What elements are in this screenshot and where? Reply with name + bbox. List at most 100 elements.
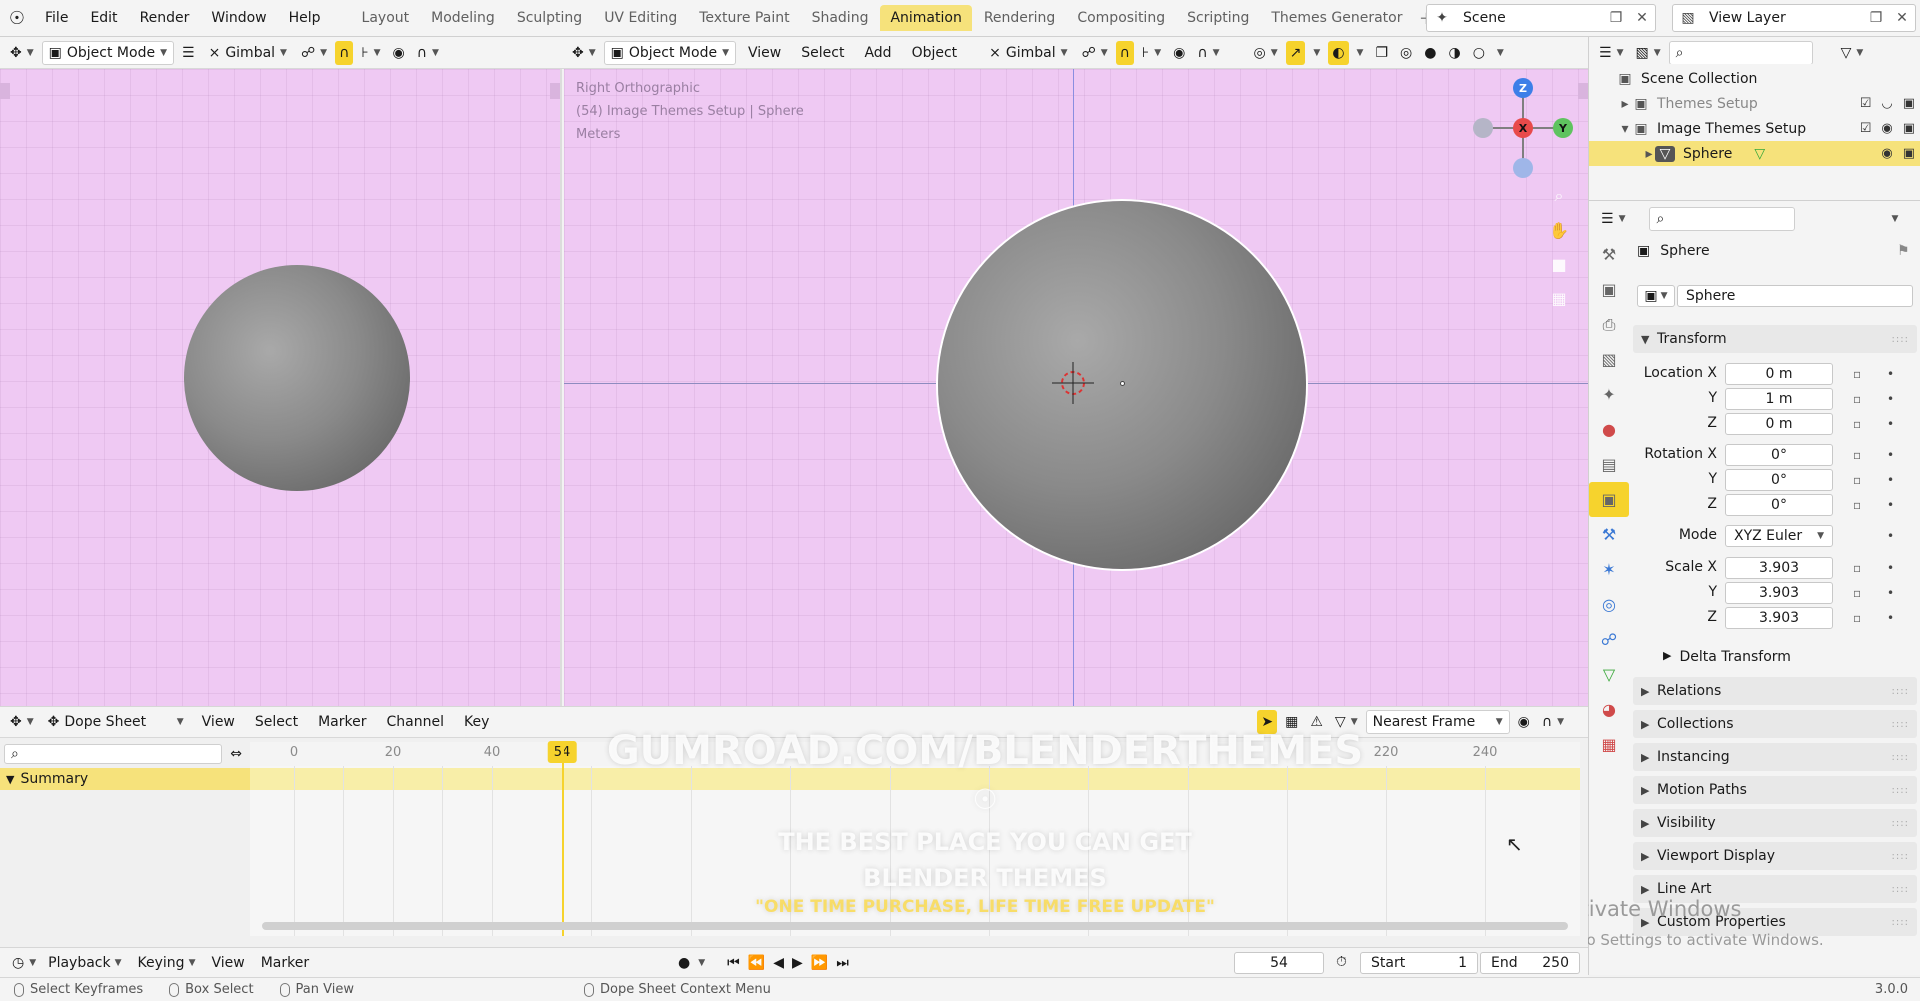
expand-arrow-icon[interactable]: ▸	[1619, 96, 1631, 112]
tab-layout[interactable]: Layout	[352, 5, 420, 31]
3d-cursor-icon[interactable]	[1048, 358, 1098, 408]
properties-search-input[interactable]: ⌕	[1649, 207, 1796, 231]
keyframe-dot-icon[interactable]: •	[1887, 561, 1894, 575]
render-tab-icon[interactable]: ▣	[1589, 272, 1629, 307]
dope-menu-key[interactable]: Key	[456, 710, 497, 734]
channel-search-input[interactable]: ⌕	[4, 744, 223, 764]
scale-y-field[interactable]: 3.903	[1725, 582, 1833, 604]
scene-selector[interactable]: ✦ Scene ❐ ✕	[1426, 4, 1656, 32]
delta-transform-subpanel[interactable]: ▶ Delta Transform	[1663, 649, 1791, 665]
zoom-icon[interactable]: ⌕	[1546, 183, 1572, 209]
keyframe-dot-icon[interactable]: •	[1887, 392, 1894, 406]
object-tab-icon[interactable]: ▣	[1589, 482, 1629, 517]
checkbox-icon[interactable]: ☑	[1860, 121, 1872, 136]
viewport-display-panel-header[interactable]: ▶ Viewport Display::::	[1633, 842, 1917, 870]
snap-magnet-icon[interactable]: ∩	[335, 40, 354, 65]
modifier-tab-icon[interactable]: ⚒	[1589, 517, 1629, 552]
gizmo-neg-y-icon[interactable]	[1473, 118, 1493, 138]
constraints-tab-icon[interactable]: ☍	[1589, 622, 1629, 657]
playback-menu[interactable]: Playback ▼	[40, 951, 129, 975]
keyframe-dot-icon[interactable]: •	[1887, 367, 1894, 381]
particles-tab-icon[interactable]: ✶	[1589, 552, 1629, 587]
xray-icon[interactable]: ❐	[1371, 41, 1392, 65]
gizmo-toggle-icon[interactable]: ↗	[1285, 40, 1306, 65]
visibility-panel-header[interactable]: ▶ Visibility::::	[1633, 809, 1917, 837]
expand-arrow-icon[interactable]: ▸	[1643, 146, 1655, 162]
left-sphere[interactable]	[184, 265, 410, 491]
collections-panel-header[interactable]: ▶ Collections::::	[1633, 710, 1917, 738]
dope-menu-select[interactable]: Select	[247, 710, 306, 734]
eye-icon[interactable]: ◉	[1881, 121, 1892, 136]
falloff-icon[interactable]: ∩ ▼	[413, 41, 443, 65]
menu-select[interactable]: Select	[793, 41, 852, 65]
timeline-view-menu[interactable]: View	[203, 951, 252, 975]
outliner-themes-setup[interactable]: ▸ ▣ Themes Setup ☑ ◡ ▣	[1589, 91, 1920, 116]
copy-view-layer-icon[interactable]: ❐	[1863, 10, 1889, 26]
menu-add[interactable]: Add	[856, 41, 899, 65]
eye-icon[interactable]: ◉	[1881, 146, 1892, 161]
outliner-image-themes-setup[interactable]: ▾ ▣ Image Themes Setup ☑ ◉ ▣	[1589, 116, 1920, 141]
copy-scene-icon[interactable]: ❐	[1603, 10, 1629, 26]
stopwatch-icon[interactable]: ⏱	[1336, 954, 1347, 970]
dope-menu-view[interactable]: View	[194, 710, 243, 734]
snap-increment-icon[interactable]: ⊦ ▼	[357, 41, 384, 65]
gizmo-y-icon[interactable]: Y	[1553, 118, 1573, 138]
pan-hand-icon[interactable]: ✋	[1546, 217, 1572, 243]
menu-window[interactable]: Window	[200, 0, 277, 37]
pivot-icon[interactable]: ☍ ▼	[297, 41, 331, 65]
keyframe-dot-icon[interactable]: •	[1887, 448, 1894, 462]
close-view-layer-icon[interactable]: ✕	[1889, 10, 1915, 26]
properties-options-icon[interactable]: ▼	[1887, 207, 1902, 231]
wireframe-shading-icon[interactable]: ◎	[1396, 41, 1416, 65]
jump-start-icon[interactable]: ⏮	[727, 955, 740, 971]
gizmo-x-icon[interactable]: X	[1513, 118, 1533, 138]
left-mode-dropdown[interactable]: ▣ Object Mode ▼	[41, 40, 175, 65]
tab-texture-paint[interactable]: Texture Paint	[689, 5, 799, 31]
main-editor-type-dropdown[interactable]: ✥ ▼	[568, 41, 600, 65]
current-frame-field[interactable]: 54	[1234, 952, 1324, 974]
outliner-scene-collection[interactable]: ▣ Scene Collection	[1589, 66, 1920, 91]
motion-paths-panel-header[interactable]: ▶ Motion Paths::::	[1633, 776, 1917, 804]
outliner-sphere[interactable]: ▸ ▽ Sphere ▽ ◉ ▣	[1589, 141, 1920, 166]
render-camera-icon[interactable]: ▣	[1903, 121, 1915, 136]
left-orientation-dropdown[interactable]: ⨯ Gimbal ▼	[203, 41, 293, 65]
menu-edit[interactable]: Edit	[79, 0, 128, 37]
main-orientation-dropdown[interactable]: ⨯ Gimbal ▼	[983, 41, 1073, 65]
lock-icon[interactable]: ▫	[1853, 392, 1861, 406]
close-scene-icon[interactable]: ✕	[1629, 10, 1655, 26]
menu-object[interactable]: Object	[904, 41, 966, 65]
scene-tab-icon[interactable]: ✦	[1589, 377, 1629, 412]
texture-tab-icon[interactable]: ▦	[1589, 727, 1629, 762]
dope-menu-marker[interactable]: Marker	[310, 710, 374, 734]
lock-icon[interactable]: ▫	[1853, 498, 1861, 512]
overlay-dropdown-icon[interactable]: ▼	[1353, 41, 1368, 65]
left-region-toggle-right[interactable]	[550, 83, 560, 99]
menu-help[interactable]: Help	[278, 0, 332, 37]
tab-modeling[interactable]: Modeling	[421, 5, 505, 31]
instancing-panel-header[interactable]: ▶ Instancing::::	[1633, 743, 1917, 771]
rotation-z-field[interactable]: 0°	[1725, 494, 1833, 516]
scale-z-field[interactable]: 3.903	[1725, 607, 1833, 629]
filter-icon[interactable]: ▽ ▼	[1837, 41, 1868, 65]
tab-rendering[interactable]: Rendering	[974, 5, 1066, 31]
jump-end-icon[interactable]: ⏭	[836, 955, 849, 971]
checkbox-icon[interactable]: ☑	[1860, 96, 1872, 111]
main-falloff-icon[interactable]: ∩ ▼	[1193, 41, 1223, 65]
dope-editor-type[interactable]: ✥ ▼	[6, 710, 38, 734]
location-x-field[interactable]: 0 m	[1725, 363, 1833, 385]
lock-icon[interactable]: ▫	[1853, 586, 1861, 600]
relations-panel-header[interactable]: ▶ Relations::::	[1633, 677, 1917, 705]
object-browse-dropdown[interactable]: ▣ ▼	[1637, 285, 1675, 307]
main-snap-increment-icon[interactable]: ⊦ ▼	[1138, 41, 1165, 65]
collapse-arrow-icon[interactable]: ▼	[6, 773, 14, 786]
gizmo-dropdown-icon[interactable]: ▼	[1309, 41, 1324, 65]
render-camera-icon[interactable]: ▣	[1903, 96, 1915, 111]
keyframe-dot-icon[interactable]: •	[1887, 473, 1894, 487]
keyframe-dot-icon[interactable]: •	[1887, 529, 1894, 543]
collapse-arrow-icon[interactable]: ▾	[1619, 121, 1631, 137]
camera-icon[interactable]: ■	[1546, 251, 1572, 277]
render-camera-icon[interactable]: ▣	[1903, 146, 1915, 161]
rotation-mode-dropdown[interactable]: XYZ Euler ▼	[1725, 525, 1833, 547]
lock-icon[interactable]: ▫	[1853, 367, 1861, 381]
end-frame-field[interactable]: End 250	[1480, 952, 1580, 974]
